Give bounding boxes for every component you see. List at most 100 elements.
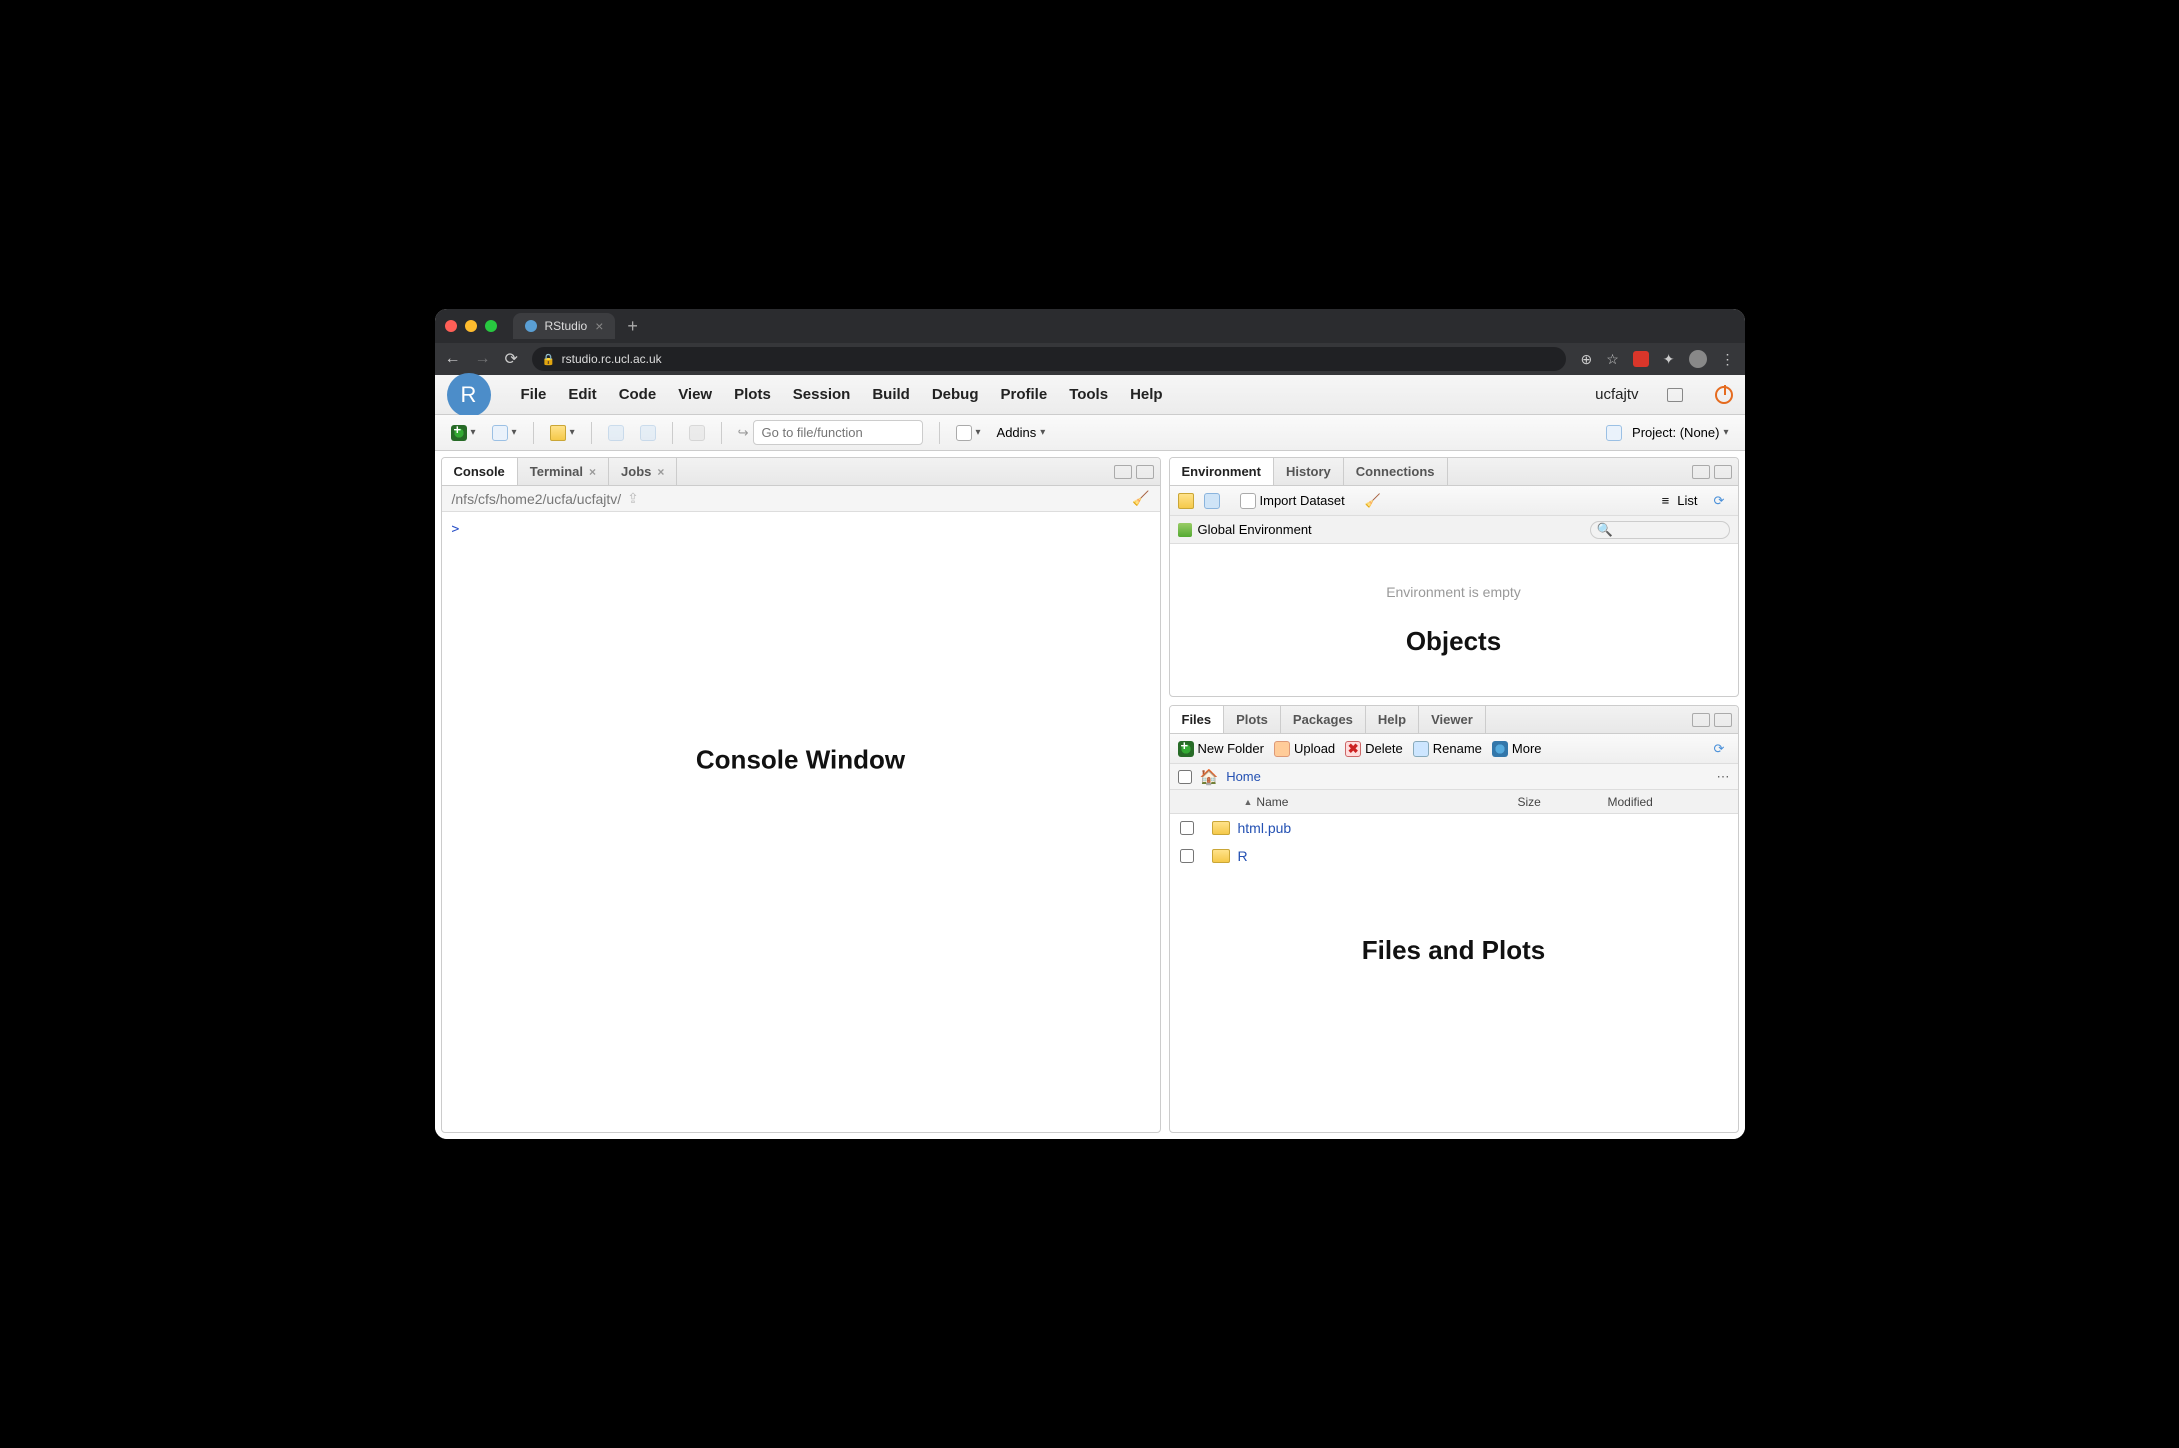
file-name[interactable]: html.pub [1238, 820, 1738, 836]
tab-viewer[interactable]: Viewer [1419, 706, 1486, 733]
more-label: More [1512, 741, 1542, 756]
upload-button[interactable]: Upload [1274, 741, 1335, 757]
files-body: html.pub R Files and Plots [1170, 814, 1738, 1132]
save-button[interactable] [604, 423, 628, 443]
minimize-pane-icon[interactable] [1692, 713, 1710, 727]
tab-terminal[interactable]: Terminal× [518, 458, 609, 485]
save-all-icon [640, 425, 656, 441]
file-checkbox[interactable] [1180, 849, 1194, 863]
breadcrumb-more-icon[interactable]: ⋯ [1717, 769, 1730, 785]
extensions-icon[interactable]: ✦ [1663, 351, 1675, 368]
delete-button[interactable]: ✖ Delete [1345, 741, 1403, 757]
r-project-small-icon [1606, 425, 1622, 441]
menu-edit[interactable]: Edit [568, 386, 596, 403]
tab-jobs[interactable]: Jobs× [609, 458, 677, 485]
tab-console[interactable]: Console [442, 458, 518, 485]
rename-button[interactable]: Rename [1413, 741, 1482, 757]
browser-menu-icon[interactable]: ⋮ [1721, 351, 1735, 368]
close-icon[interactable]: × [657, 465, 664, 479]
new-project-button[interactable] [488, 423, 521, 443]
zoom-icon[interactable]: ⊕ [1580, 351, 1592, 368]
profile-avatar-icon[interactable] [1689, 350, 1707, 368]
menu-profile[interactable]: Profile [1001, 386, 1048, 403]
env-scope-dropdown[interactable]: Global Environment [1198, 522, 1312, 537]
refresh-files-button[interactable]: ⟳ [1714, 741, 1730, 757]
console-overlay-label: Console Window [696, 745, 905, 776]
goto-file-input[interactable] [753, 420, 923, 445]
r-project-icon [492, 425, 508, 441]
breadcrumb-home[interactable]: Home [1226, 769, 1261, 784]
tab-connections[interactable]: Connections [1344, 458, 1448, 485]
home-icon[interactable]: 🏠 [1200, 768, 1219, 786]
signout-icon[interactable] [1715, 386, 1733, 404]
main-menubar: R File Edit Code View Plots Session Buil… [435, 375, 1745, 415]
open-file-button[interactable] [546, 423, 579, 443]
close-window-icon[interactable] [445, 320, 457, 332]
view-mode-button[interactable]: List [1677, 493, 1697, 508]
refresh-env-button[interactable]: ⟳ [1714, 493, 1730, 509]
print-button[interactable] [685, 423, 709, 443]
menu-debug[interactable]: Debug [932, 386, 979, 403]
env-search-input[interactable]: 🔍 [1590, 521, 1730, 539]
tab-plots2[interactable]: Plots [1224, 706, 1281, 733]
maximize-pane-icon[interactable] [1714, 465, 1732, 479]
more-button[interactable]: More [1492, 741, 1542, 757]
extension-badge-icon[interactable] [1633, 351, 1649, 367]
import-dataset-button[interactable]: Import Dataset [1240, 493, 1345, 509]
menu-help[interactable]: Help [1130, 386, 1163, 403]
menu-tools[interactable]: Tools [1069, 386, 1108, 403]
workarea: Console Terminal× Jobs× /nfs/cfs/home2/u… [435, 451, 1745, 1139]
minimize-window-icon[interactable] [465, 320, 477, 332]
bookmark-icon[interactable]: ☆ [1606, 351, 1619, 368]
col-modified[interactable]: Modified [1608, 795, 1738, 809]
quit-session-icon[interactable] [1667, 388, 1683, 402]
upload-icon [1274, 741, 1290, 757]
menu-plots[interactable]: Plots [734, 386, 771, 403]
close-tab-icon[interactable]: × [595, 318, 603, 334]
menu-session[interactable]: Session [793, 386, 851, 403]
select-all-checkbox[interactable] [1178, 770, 1192, 784]
maximize-window-icon[interactable] [485, 320, 497, 332]
file-checkbox[interactable] [1180, 821, 1194, 835]
minimize-pane-icon[interactable] [1114, 465, 1132, 479]
console-body[interactable]: > Console Window [442, 512, 1160, 1132]
new-folder-button[interactable]: New Folder [1178, 741, 1264, 757]
col-size[interactable]: Size [1518, 795, 1608, 809]
save-all-button[interactable] [636, 423, 660, 443]
tab-help2[interactable]: Help [1366, 706, 1419, 733]
maximize-pane-icon[interactable] [1136, 465, 1154, 479]
load-workspace-button[interactable] [1178, 493, 1194, 509]
goto-wrapper: ↪ [734, 418, 927, 447]
share-icon[interactable]: ⇪ [627, 490, 639, 507]
address-field[interactable]: 🔒 rstudio.rc.ucl.ac.uk [532, 347, 1567, 371]
menu-code[interactable]: Code [619, 386, 657, 403]
close-icon[interactable]: × [589, 465, 596, 479]
back-button[interactable]: ← [445, 350, 461, 368]
reload-button[interactable]: ⟳ [505, 349, 518, 369]
file-name[interactable]: R [1238, 848, 1738, 864]
project-menu[interactable]: Project: (None) [1628, 423, 1732, 442]
maximize-pane-icon[interactable] [1714, 713, 1732, 727]
tab-files[interactable]: Files [1170, 706, 1225, 733]
menu-file[interactable]: File [521, 386, 547, 403]
tab-environment[interactable]: Environment [1170, 458, 1274, 485]
browser-tab-rstudio[interactable]: RStudio × [513, 313, 616, 339]
gear-icon [1492, 741, 1508, 757]
tab-packages[interactable]: Packages [1281, 706, 1366, 733]
col-name[interactable]: ▲Name [1240, 795, 1518, 809]
minimize-pane-icon[interactable] [1692, 465, 1710, 479]
tab-history-label: History [1286, 464, 1331, 479]
addins-button[interactable]: Addins [993, 423, 1050, 442]
folder-icon [1212, 821, 1230, 835]
save-workspace-button[interactable] [1204, 493, 1220, 509]
clear-env-button[interactable]: 🧹 [1365, 493, 1381, 509]
new-file-button[interactable] [447, 423, 480, 443]
menu-view[interactable]: View [678, 386, 712, 403]
clear-console-icon[interactable]: 🧹 [1132, 490, 1149, 507]
pane-layout-button[interactable] [952, 423, 985, 443]
console-pathbar: /nfs/cfs/home2/ucfa/ucfajtv/ ⇪ 🧹 [442, 486, 1160, 512]
forward-button[interactable]: → [475, 350, 491, 368]
menu-build[interactable]: Build [872, 386, 910, 403]
tab-history[interactable]: History [1274, 458, 1344, 485]
new-tab-button[interactable]: + [627, 316, 638, 337]
